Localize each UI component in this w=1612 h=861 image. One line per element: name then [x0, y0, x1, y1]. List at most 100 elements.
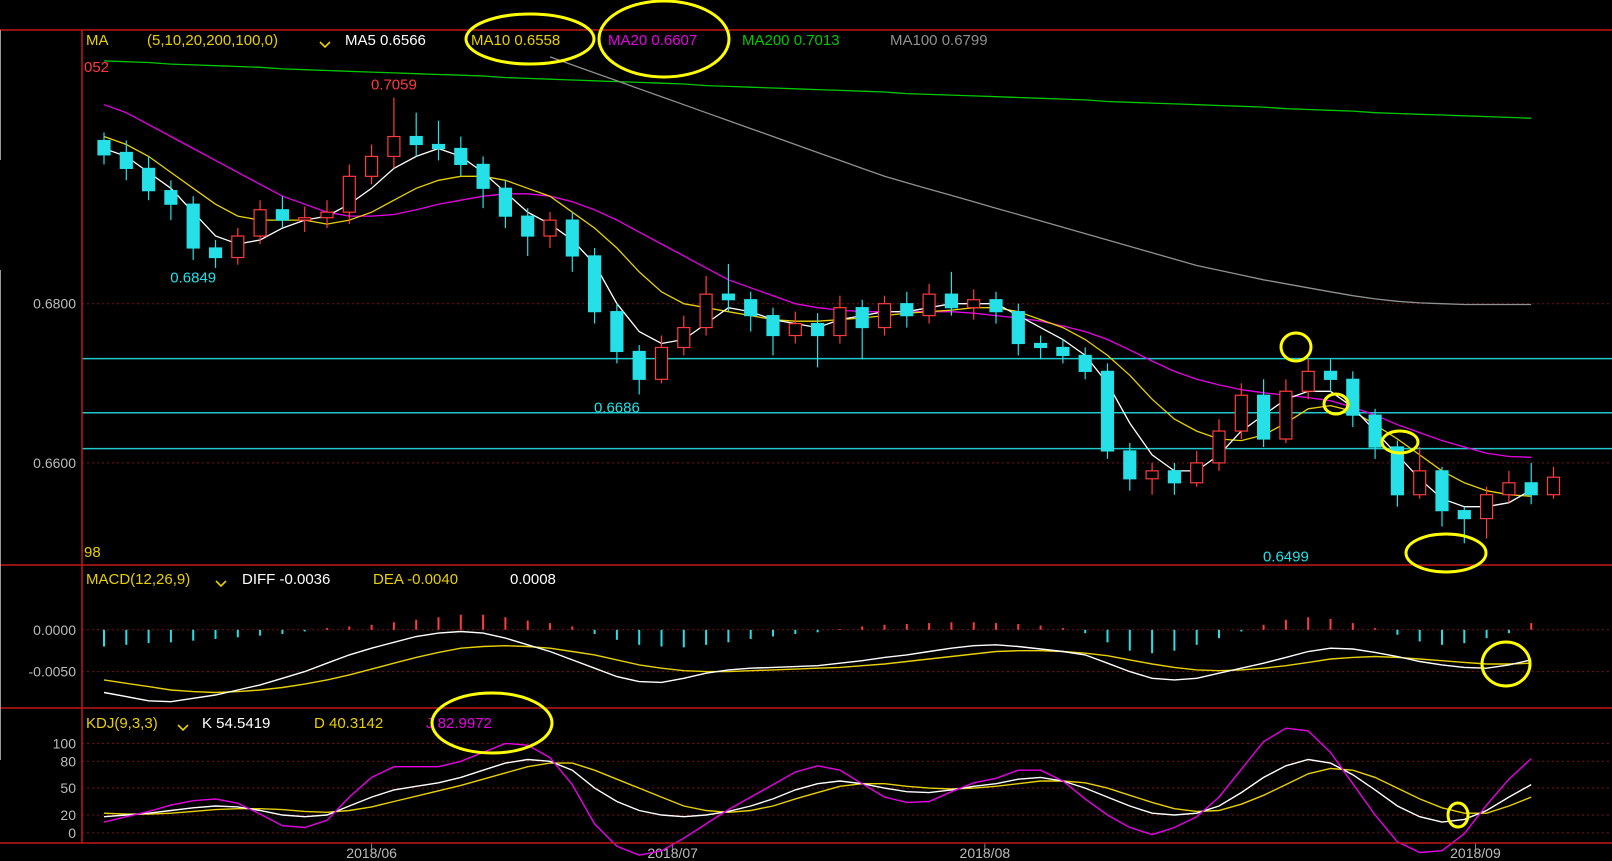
candle-down [164, 190, 178, 205]
candle-up [1301, 370, 1315, 392]
candle-down [97, 139, 111, 156]
ma-params[interactable]: (5,10,20,200,100,0) [147, 32, 278, 49]
candle-up [365, 155, 379, 177]
candle-down [1056, 346, 1070, 357]
candle-down [565, 219, 579, 257]
kdj-tick-label: 0 [68, 825, 76, 841]
candle-up [320, 211, 334, 219]
candle-down [1435, 470, 1449, 512]
macd-indicator-name[interactable]: MACD(12,26,9) [86, 571, 190, 588]
ma20-value: MA20 0.6607 [608, 32, 697, 49]
candle-down [431, 143, 446, 150]
candle-down [521, 215, 535, 237]
kdj-tick-label: 50 [60, 780, 76, 796]
candle-down [454, 147, 468, 165]
x-tick-label: 2018/08 [960, 845, 1011, 861]
ma-indicator-name: MA [86, 32, 109, 49]
ma100-value: MA100 0.6799 [890, 32, 988, 49]
candle-up [543, 219, 557, 237]
ma200-value: MA200 0.7013 [742, 32, 840, 49]
stock-chart[interactable]: 0.6800 0.6600 0.0000 -0.0050 100 80 50 20 0 2018/… [0, 0, 1612, 861]
price-tick-label: 0.6800 [33, 296, 76, 312]
candle-down [1256, 394, 1271, 440]
price-annotation-label: 0.6499 [1263, 548, 1309, 565]
candle-down [900, 303, 914, 317]
kdj-tick-label: 100 [53, 735, 77, 751]
candle-down [1323, 370, 1338, 380]
candle-up [1413, 470, 1427, 496]
candle-down [1033, 342, 1048, 349]
candle-down [632, 350, 646, 380]
candle-down [610, 311, 624, 353]
left-top-value: 052 [84, 59, 109, 76]
macd-diff-value: DIFF -0.0036 [242, 571, 330, 588]
candle-down [944, 293, 959, 309]
candle-up [699, 293, 713, 329]
macd-tick-label: 0.0000 [33, 622, 76, 638]
candle-down [142, 167, 156, 192]
candle-down [409, 135, 423, 146]
candle-down [1167, 470, 1182, 484]
left-bottom-value: 98 [84, 544, 101, 561]
kdj-k-value: K 54.5419 [202, 715, 270, 732]
candle-up [677, 326, 691, 349]
macd-dea-value: DEA -0.0040 [373, 571, 458, 588]
candle-down [766, 315, 780, 337]
candle-down [1078, 354, 1092, 372]
kdj-tick-label: 20 [60, 807, 76, 823]
kdj-j-value: J 82.9972 [426, 715, 492, 732]
candle-up [1145, 470, 1159, 480]
candle-down [1524, 482, 1538, 496]
candle-up [788, 322, 802, 337]
kdj-indicator-name[interactable]: KDJ(9,3,3) [86, 715, 158, 732]
candle-up [1502, 482, 1516, 496]
candle-up [1234, 394, 1248, 432]
kdj-d-value: D 40.3142 [314, 715, 383, 732]
x-tick-label: 2018/09 [1450, 845, 1501, 861]
candle-down [1457, 510, 1471, 520]
candle-up [298, 217, 312, 221]
candle-up [342, 175, 356, 213]
candle-up [253, 209, 267, 237]
candle-up [1279, 390, 1293, 440]
ma5-value: MA5 0.6566 [345, 32, 426, 49]
price-annotation-label: 0.6849 [170, 270, 216, 287]
candle-down [208, 247, 223, 259]
candle-up [1190, 462, 1204, 484]
candle-down [721, 293, 736, 301]
candle-up [922, 293, 936, 317]
candle-down [498, 187, 512, 217]
candle-down [119, 151, 133, 169]
candle-up [387, 135, 401, 158]
price-annotation-label: 0.7059 [371, 77, 417, 94]
price-tick-label: 0.6600 [33, 455, 76, 471]
x-tick-label: 2018/06 [346, 845, 397, 861]
macd-tick-label: -0.0050 [29, 664, 77, 680]
candle-down [587, 255, 602, 313]
candle-up [1479, 494, 1494, 520]
candle-down [275, 209, 289, 221]
candle-up [967, 299, 981, 309]
x-tick-label: 2018/07 [647, 845, 698, 861]
candle-down [1123, 450, 1137, 480]
candle-up [1212, 430, 1226, 464]
candle-down [855, 307, 869, 329]
candle-up [654, 346, 669, 380]
candle-down [1011, 311, 1025, 345]
candle-down [1368, 414, 1382, 448]
candle-down [1346, 378, 1360, 416]
candle-down [1100, 370, 1115, 452]
candle-down [476, 163, 490, 189]
candle-up [1546, 476, 1561, 496]
candle-up [833, 307, 847, 337]
candle-down [186, 203, 200, 249]
candle-up [877, 303, 892, 329]
kdj-tick-label: 80 [60, 753, 76, 769]
candle-down [810, 322, 825, 337]
ma10-value: MA10 0.6558 [471, 32, 560, 49]
candle-down [744, 299, 758, 317]
macd-histogram-value: 0.0008 [510, 571, 556, 588]
candle-down [989, 299, 1003, 313]
price-annotation-label: 0.6686 [594, 399, 640, 416]
candle-up [231, 235, 245, 259]
